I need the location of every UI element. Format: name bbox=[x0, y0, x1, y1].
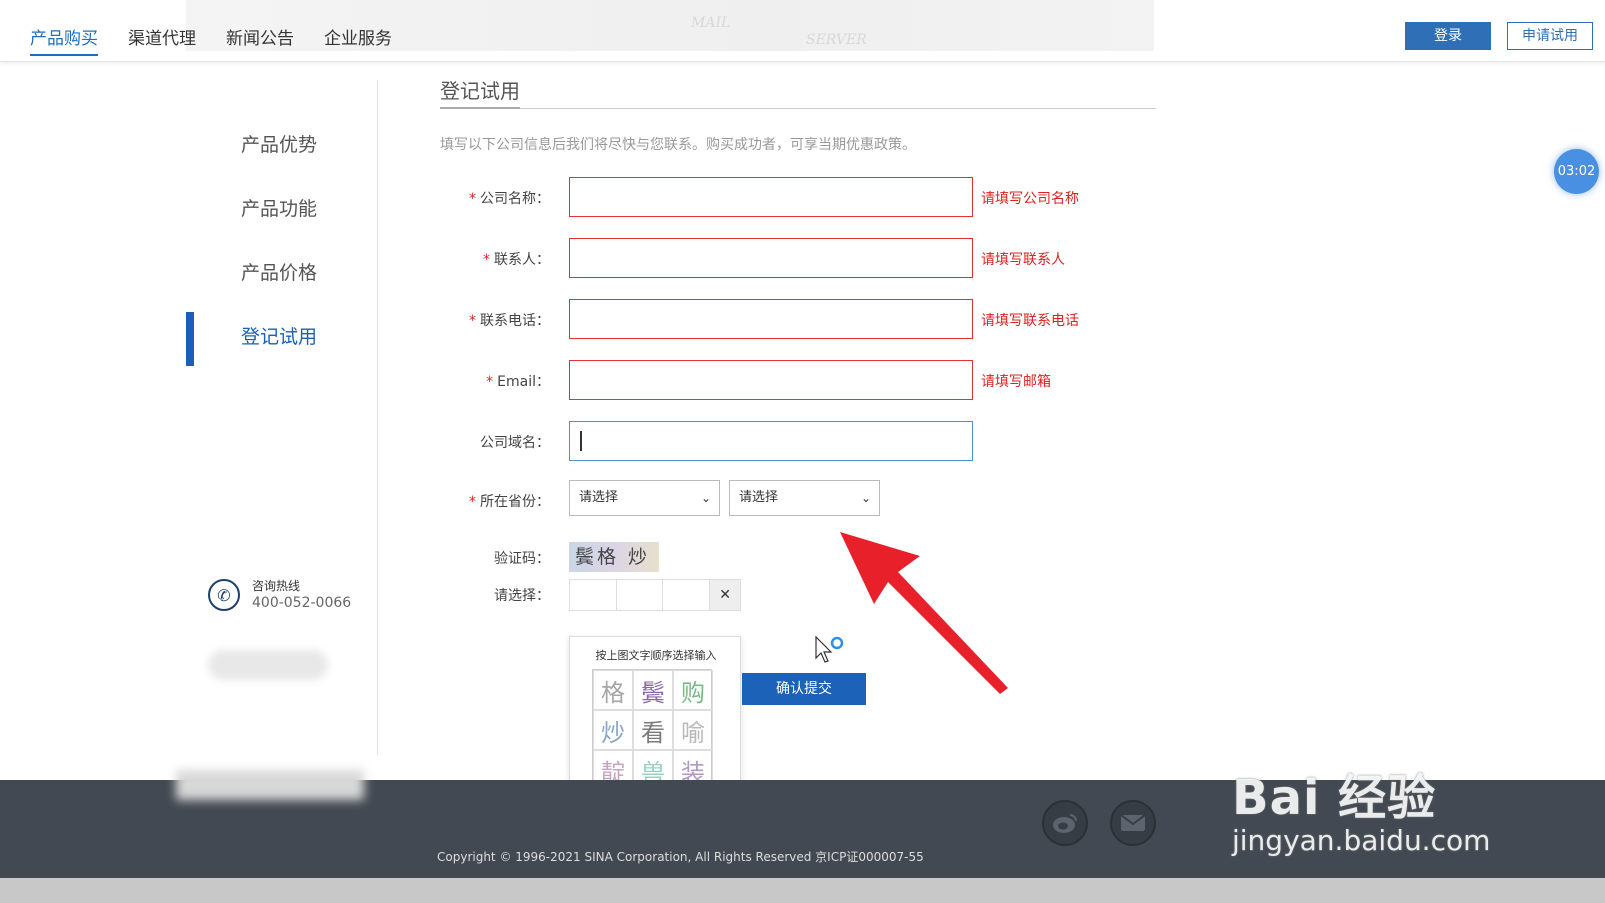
main-nav: 产品购买 渠道代理 新闻公告 企业服务 bbox=[30, 26, 392, 56]
mouse-pointer-icon bbox=[815, 636, 844, 663]
captcha-char-cell[interactable]: 鬓 bbox=[633, 670, 673, 710]
watermark-logo: Bai 经验 bbox=[1232, 770, 1437, 826]
apply-trial-button[interactable]: 申请试用 bbox=[1507, 22, 1593, 50]
sidebar-active-indicator bbox=[186, 312, 194, 366]
captcha-image[interactable]: 鬓格 炒 bbox=[569, 542, 659, 572]
captcha-char-cell[interactable]: 喻 bbox=[673, 710, 713, 750]
contact-input[interactable] bbox=[569, 238, 973, 278]
phone-icon: ✆ bbox=[208, 579, 240, 611]
email-error: 请填写邮箱 bbox=[981, 374, 1051, 390]
baidu-watermark: Bai 经验 jingyan.baidu.com bbox=[1232, 758, 1490, 857]
watermark-url: jingyan.baidu.com bbox=[1232, 824, 1491, 857]
trial-form: 登记试用 填写以下公司信息后我们将尽快与您联系。购买成功者，可享当期优惠政策。 … bbox=[440, 75, 1156, 611]
email-input[interactable] bbox=[569, 360, 973, 400]
province-label: * 所在省份： bbox=[469, 494, 550, 510]
captcha-answer-box[interactable] bbox=[570, 580, 617, 610]
captcha-label: 验证码： bbox=[494, 551, 550, 567]
field-row-email: * Email： 请填写邮箱 bbox=[440, 360, 1156, 400]
captcha-answer-box[interactable] bbox=[617, 580, 664, 610]
form-title: 登记试用 bbox=[440, 75, 1156, 109]
captcha-answer-box[interactable] bbox=[663, 580, 711, 610]
login-button[interactable]: 登录 bbox=[1405, 22, 1491, 50]
banner-text-mail: MAIL bbox=[691, 15, 731, 31]
nav-item-product-buy[interactable]: 产品购买 bbox=[30, 26, 98, 56]
sidebar-item-register-trial[interactable]: 登记试用 bbox=[241, 322, 317, 349]
company-name-label: * 公司名称： bbox=[469, 191, 550, 207]
sidebar: 产品优势 产品功能 产品价格 登记试用 ✆ 咨询热线 400-052-0066 bbox=[186, 80, 378, 755]
text-cursor bbox=[580, 431, 582, 451]
captcha-char-cell[interactable]: 购 bbox=[673, 670, 713, 710]
captcha-popup: 按上图文字顺序选择输入 格鬓购炒看喻靛兽装 bbox=[569, 636, 741, 794]
sidebar-item-advantages[interactable]: 产品优势 bbox=[241, 130, 317, 157]
banner-text-server: SERVER bbox=[806, 32, 867, 48]
province-select[interactable]: 请选择 ⌄ bbox=[569, 480, 720, 516]
captcha-answer-boxes[interactable]: ✕ bbox=[569, 579, 741, 611]
copyright-text: Copyright © 1996-2021 SINA Corporation, … bbox=[437, 850, 924, 864]
nav-item-enterprise[interactable]: 企业服务 bbox=[324, 26, 392, 56]
field-row-province: * 所在省份： 请选择 ⌄ 请选择 ⌄ bbox=[440, 480, 1156, 520]
close-icon[interactable]: ✕ bbox=[710, 580, 740, 610]
captcha-popup-title: 按上图文字顺序选择输入 bbox=[595, 649, 717, 662]
weibo-icon[interactable] bbox=[1042, 800, 1088, 846]
field-row-company: * 公司名称： 请填写公司名称 bbox=[440, 177, 1156, 217]
field-row-phone: * 联系电话： 请填写联系电话 bbox=[440, 299, 1156, 339]
top-header: MAIL SERVER 产品购买 渠道代理 新闻公告 企业服务 登录 申请试用 bbox=[0, 0, 1605, 62]
form-hint: 填写以下公司信息后我们将尽快与您联系。购买成功者，可享当期优惠政策。 bbox=[440, 137, 916, 153]
nav-item-news[interactable]: 新闻公告 bbox=[226, 26, 294, 56]
sidebar-item-features[interactable]: 产品功能 bbox=[241, 194, 317, 221]
field-row-contact: * 联系人： 请填写联系人 bbox=[440, 238, 1156, 278]
company-name-error: 请填写公司名称 bbox=[981, 191, 1079, 207]
sidebar-item-pricing[interactable]: 产品价格 bbox=[241, 258, 317, 285]
captcha-char-cell[interactable]: 炒 bbox=[593, 710, 633, 750]
field-row-captcha: 验证码： 鬓格 炒 bbox=[440, 542, 1156, 582]
captcha-char-cell[interactable]: 看 bbox=[633, 710, 673, 750]
phone-error: 请填写联系电话 bbox=[981, 313, 1079, 329]
city-select-value: 请选择 bbox=[739, 490, 779, 505]
timer-badge: 03:02 bbox=[1554, 149, 1599, 194]
page: MAIL SERVER 产品购买 渠道代理 新闻公告 企业服务 登录 申请试用 … bbox=[0, 0, 1605, 903]
phone-label: * 联系电话： bbox=[469, 313, 550, 329]
red-arrow-annotation bbox=[840, 532, 1008, 694]
chevron-down-icon: ⌄ bbox=[700, 491, 711, 505]
captcha-char-grid: 格鬓购炒看喻靛兽装 bbox=[592, 669, 713, 790]
city-select[interactable]: 请选择 ⌄ bbox=[729, 480, 880, 516]
nav-item-channel[interactable]: 渠道代理 bbox=[128, 26, 196, 56]
hotline-number: 400-052-0066 bbox=[252, 595, 352, 611]
blurred-element bbox=[176, 770, 364, 800]
footer-bottom-bar bbox=[0, 878, 1605, 903]
hotline: ✆ 咨询热线 400-052-0066 bbox=[208, 578, 351, 612]
captcha-char-cell[interactable]: 格 bbox=[593, 670, 633, 710]
field-row-choose: 请选择： ✕ bbox=[440, 579, 1156, 619]
contact-label: * 联系人： bbox=[483, 252, 550, 268]
hotline-label: 咨询热线 bbox=[252, 579, 301, 593]
choose-label: 请选择： bbox=[494, 588, 550, 604]
domain-input[interactable] bbox=[569, 421, 973, 461]
phone-input[interactable] bbox=[569, 299, 973, 339]
company-name-input[interactable] bbox=[569, 177, 973, 217]
mail-icon[interactable] bbox=[1110, 800, 1156, 846]
field-row-domain: 公司域名： bbox=[440, 421, 1156, 461]
province-select-value: 请选择 bbox=[579, 490, 619, 505]
domain-label: 公司域名： bbox=[480, 435, 550, 451]
email-label: * Email： bbox=[486, 374, 550, 390]
blurred-element bbox=[208, 650, 328, 680]
chevron-down-icon: ⌄ bbox=[860, 491, 871, 505]
contact-error: 请填写联系人 bbox=[981, 252, 1065, 268]
